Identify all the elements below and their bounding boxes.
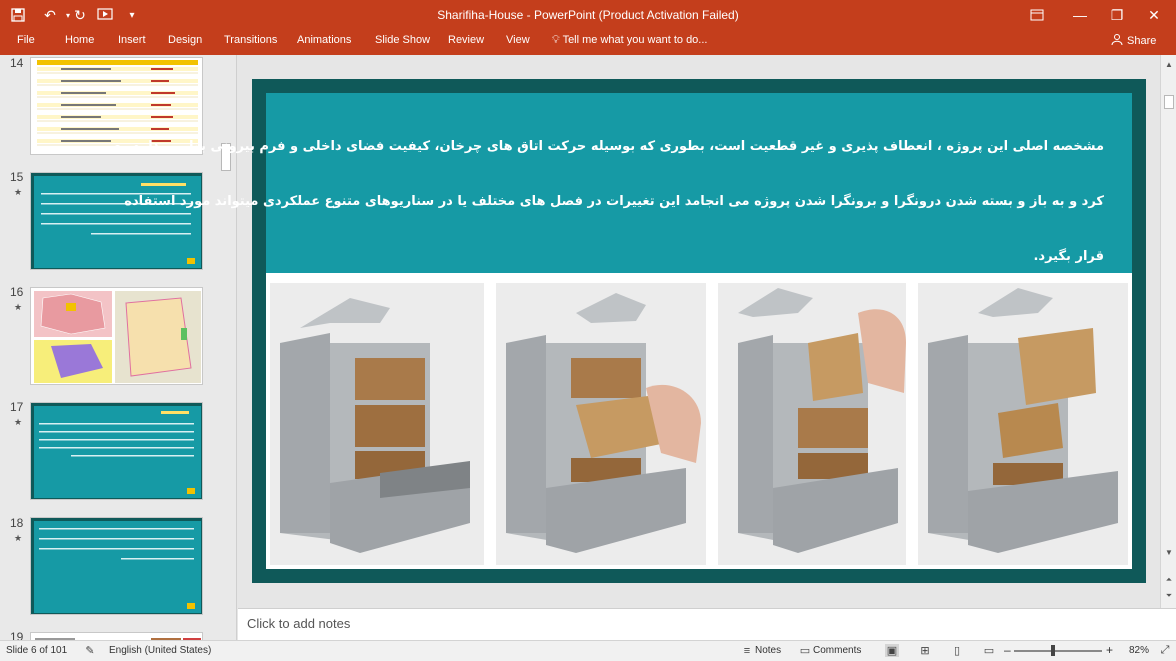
tab-review[interactable]: Review <box>448 34 484 46</box>
slide-canvas[interactable]: مشخصه اصلی این پروژه ، انعطاف پذیری و غی… <box>95 79 1146 583</box>
thumbnail-number: 14 <box>10 56 24 70</box>
share-label: Share <box>1127 34 1157 47</box>
next-slide-icon[interactable]: ⏷ <box>1161 589 1176 603</box>
normal-view-icon[interactable]: ▣ <box>885 644 899 657</box>
tab-transitions[interactable]: Transitions <box>224 34 277 46</box>
close-icon[interactable]: ✕ <box>1132 0 1176 30</box>
transition-star-icon: ★ <box>14 533 23 543</box>
model-photo-2[interactable] <box>496 283 706 565</box>
slide-content: مشخصه اصلی این پروژه ، انعطاف پذیری و غی… <box>95 93 1132 569</box>
tab-design[interactable]: Design <box>168 34 202 46</box>
slide-scroll-thumb[interactable] <box>1164 95 1174 109</box>
slide-text-box[interactable]: مشخصه اصلی این پروژه ، انعطاف پذیری و غی… <box>95 93 1132 273</box>
zoom-slider-handle[interactable] <box>1051 645 1055 656</box>
slide-thumbnail-18[interactable] <box>30 517 203 615</box>
slide-text-line: کرد و به باز و بسته شدن درونگرا و برونگر… <box>124 194 1104 209</box>
notes-placeholder: Click to add notes <box>247 616 351 631</box>
thumbnail-number: 19 <box>10 630 24 640</box>
slide-thumbnail-17[interactable] <box>30 402 203 500</box>
thumbnail-number: 18 <box>10 516 24 530</box>
thumbnail-number: 16 <box>10 285 24 299</box>
spelling-icon[interactable]: ✎ <box>83 644 97 657</box>
model-photo-1[interactable] <box>270 283 484 565</box>
slide-thumbnail-15[interactable] <box>30 172 203 270</box>
slide-counter: Slide 6 of 101 <box>6 645 68 656</box>
reading-view-icon[interactable]: ▯ <box>950 644 964 657</box>
window-title: Sharifiha-House - PowerPoint (Product Ac… <box>437 8 739 22</box>
fit-to-window-icon[interactable]: ⤢ <box>1158 644 1172 657</box>
zoom-in-icon[interactable]: + <box>1106 643 1113 657</box>
transition-star-icon: ★ <box>14 187 23 197</box>
slide-thumbnail-16[interactable] <box>30 287 203 385</box>
transition-star-icon: ★ <box>14 417 23 427</box>
model-photo-4[interactable] <box>918 283 1128 565</box>
slide-text-line: قرار بگیرد. <box>1033 249 1104 264</box>
zoom-slider[interactable] <box>1014 650 1102 652</box>
tell-me-text: Tell me what you want to do... <box>562 34 708 46</box>
zoom-level[interactable]: 82% <box>1129 645 1149 656</box>
ribbon-display-icon[interactable] <box>1015 0 1059 30</box>
language-indicator[interactable]: English (United States) <box>109 645 211 656</box>
title-bar: ↶ ▾ ↻ ▾ Sharifiha-House - PowerPoint (Pr… <box>0 0 1176 30</box>
person-icon <box>1111 33 1123 48</box>
slide-text-line: مشخصه اصلی این پروژه ، انعطاف پذیری و غی… <box>95 139 1104 154</box>
tab-view[interactable]: View <box>506 34 530 46</box>
tell-me-search[interactable]: 💡︎ Tell me what you want to do... <box>552 34 707 47</box>
notes-pane[interactable]: Click to add notes <box>238 608 1176 640</box>
status-bar: Slide 6 of 101 ✎ English (United States)… <box>0 640 1176 661</box>
notes-toggle[interactable]: Notes <box>755 645 781 656</box>
notes-icon[interactable]: ≡ <box>740 644 754 657</box>
previous-slide-icon[interactable]: ⏶ <box>1161 573 1176 587</box>
thumbnail-number: 15 <box>10 170 24 184</box>
tab-animations[interactable]: Animations <box>297 34 351 46</box>
slide-editor[interactable]: مشخصه اصلی این پروژه ، انعطاف پذیری و غی… <box>95 55 1160 608</box>
tab-home[interactable]: Home <box>65 34 94 46</box>
model-photo-3[interactable] <box>718 283 906 565</box>
comments-toggle[interactable]: Comments <box>813 645 861 656</box>
slide-thumbnail-19[interactable] <box>30 632 203 640</box>
zoom-out-icon[interactable]: – <box>1004 643 1011 657</box>
tab-file[interactable]: File <box>17 34 35 46</box>
share-button[interactable]: Share <box>1111 33 1156 48</box>
ribbon-tabs: File Home Insert Design Transitions Anim… <box>0 30 1176 55</box>
thumbnail-number: 17 <box>10 400 24 414</box>
tab-slide-show[interactable]: Slide Show <box>375 34 430 46</box>
slide-scrollbar[interactable]: ▲ ▼ ⏶ ⏷ <box>1160 55 1176 608</box>
scroll-down-icon[interactable]: ▼ <box>1161 545 1176 559</box>
scroll-up-icon[interactable]: ▲ <box>1161 57 1176 71</box>
slide-show-view-icon[interactable]: ▭ <box>982 644 996 657</box>
lightbulb-icon: 💡︎ <box>552 34 560 46</box>
tab-insert[interactable]: Insert <box>118 34 146 46</box>
slide-sorter-icon[interactable]: ⊞ <box>918 644 932 657</box>
comments-icon[interactable]: ▭ <box>798 644 812 657</box>
transition-star-icon: ★ <box>14 302 23 312</box>
